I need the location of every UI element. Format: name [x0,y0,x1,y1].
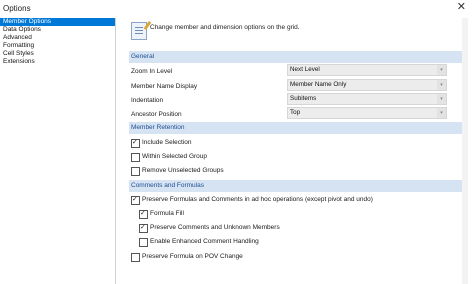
section-title: Comments and Formulas [131,182,204,189]
indentation-label: Indentation [131,97,164,104]
close-icon[interactable]: ✕ [457,2,466,13]
check-icon: ✓ [140,210,146,217]
check-icon: ✓ [132,196,138,203]
title-bar: Options ✕ [0,0,474,17]
sidebar-item-member-options[interactable]: Member Options [0,18,115,26]
window-title: Options [3,4,31,13]
section-general: General [129,51,462,63]
panel-description: Change member and dimension options on t… [150,24,300,31]
formula-fill-label: Formula Fill [150,210,184,217]
section-title: General [131,53,155,60]
member-name-display-label: Member Name Display [131,83,198,90]
options-sidebar: Member Options Data Options Advanced For… [0,18,116,284]
preserve-comments-unknown-label: Preserve Comments and Unknown Members [150,224,280,231]
formula-fill-checkbox[interactable]: ✓ [139,210,148,219]
ancestor-position-label: Ancestor Position [131,111,182,118]
preserve-comments-unknown-checkbox[interactable]: ✓ [139,224,148,233]
include-selection-checkbox[interactable]: ✓ [131,139,140,148]
dropdown-value: Member Name Only [290,81,347,88]
zoom-in-level-dropdown[interactable]: Next Level ▾ [287,64,447,76]
check-icon: ✓ [140,224,146,231]
section-member-retention: Member Retention [129,122,462,134]
sidebar-item-advanced[interactable]: Advanced [0,34,115,42]
enhanced-comment-handling-label: Enable Enhanced Comment Handling [150,238,259,245]
within-selected-group-label: Within Selected Group [142,153,208,160]
include-selection-label: Include Selection [142,139,192,146]
chevron-down-icon: ▾ [437,94,446,104]
dropdown-value: Top [290,109,301,116]
edit-grid-icon [131,20,152,40]
chevron-down-icon: ▾ [437,80,446,90]
enhanced-comment-handling-checkbox[interactable] [139,238,148,247]
member-name-display-dropdown[interactable]: Member Name Only ▾ [287,79,447,91]
sidebar-item-data-options[interactable]: Data Options [0,26,115,34]
chevron-down-icon: ▾ [437,65,446,75]
remove-unselected-groups-label: Remove Unselected Groups [142,167,224,174]
section-comments-formulas: Comments and Formulas [129,180,462,192]
preserve-formulas-comments-label: Preserve Formulas and Comments in ad hoc… [142,196,373,203]
dropdown-value: Subitems [290,95,317,102]
zoom-in-level-label: Zoom In Level [131,68,173,75]
indentation-dropdown[interactable]: Subitems ▾ [287,93,447,105]
preserve-formulas-comments-checkbox[interactable]: ✓ [131,196,140,205]
sidebar-item-formatting[interactable]: Formatting [0,42,115,50]
within-selected-group-checkbox[interactable] [131,153,140,162]
ancestor-position-dropdown[interactable]: Top ▾ [287,107,447,119]
chevron-down-icon: ▾ [437,108,446,118]
remove-unselected-groups-checkbox[interactable] [131,167,140,176]
check-icon: ✓ [132,139,138,146]
vertical-scrollbar[interactable] [462,18,468,284]
sidebar-item-cell-styles[interactable]: Cell Styles [0,50,115,58]
section-title: Member Retention [131,124,185,131]
preserve-formula-pov-label: Preserve Formula on POV Change [142,253,243,260]
sidebar-item-extensions[interactable]: Extensions [0,58,115,66]
dropdown-value: Next Level [290,66,320,73]
preserve-formula-pov-checkbox[interactable] [131,253,140,262]
options-panel: Change member and dimension options on t… [119,18,474,284]
